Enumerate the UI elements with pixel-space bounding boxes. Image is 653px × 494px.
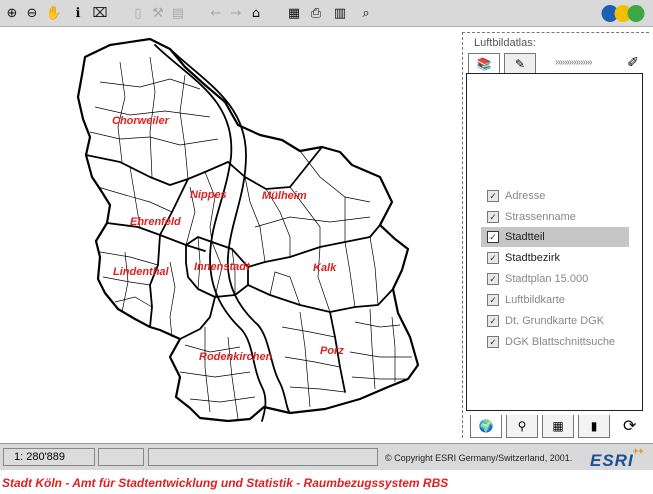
layer-label: Adresse bbox=[505, 190, 546, 202]
district-label-nippes[interactable]: Nippes bbox=[190, 189, 227, 201]
globe-icon: 🌍 bbox=[478, 419, 494, 433]
checkbox[interactable]: ✓ bbox=[487, 315, 499, 327]
tab-table[interactable]: ▦ bbox=[542, 415, 574, 438]
status-field-3 bbox=[148, 448, 378, 466]
layers-stack-icon: 📚 bbox=[476, 57, 492, 71]
district-label-chorweiler[interactable]: Chorweiler bbox=[112, 115, 170, 127]
binoculars-icon: ⚲ bbox=[517, 419, 527, 433]
esri-logo-icon bbox=[601, 5, 645, 22]
tab-search[interactable]: ⚲ bbox=[506, 415, 538, 438]
zoom-in-icon[interactable]: ⊕ bbox=[2, 3, 22, 23]
city-map[interactable]: Chorweiler Nippes Mülheim Ehrenfeld Lind… bbox=[0, 27, 460, 443]
refresh-icon[interactable]: ⟳ bbox=[623, 416, 636, 436]
esri-brand: ESRI bbox=[590, 451, 634, 470]
layer-item[interactable]: ✓ DGK Blattschnittsuche bbox=[487, 332, 615, 352]
district-label-kalk[interactable]: Kalk bbox=[313, 262, 337, 274]
toolbar: ⊕ ⊖ ✋ ℹ ⌧ ▯ ⚒ ▤ ← → ⌂ ▦ ⎙ ▥ ⌕ bbox=[0, 0, 653, 27]
esri-plus: ++ bbox=[633, 446, 644, 456]
checkbox[interactable]: ✓ bbox=[487, 211, 499, 223]
query-icon[interactable]: ⚒ bbox=[148, 3, 168, 23]
district-label-innenstadt[interactable]: Innenstadt bbox=[194, 261, 251, 273]
layer-item[interactable]: ✓ Stadtbezirk bbox=[487, 248, 560, 268]
map-view[interactable]: Chorweiler Nippes Mülheim Ehrenfeld Lind… bbox=[0, 27, 460, 443]
tab-tools[interactable]: ✎ bbox=[504, 53, 536, 74]
bottom-tabs: 🌍 ⚲ ▦ ▮ bbox=[466, 415, 646, 438]
tab-layers[interactable]: 📚 bbox=[468, 53, 500, 74]
tab-globe[interactable]: 🌍 bbox=[470, 415, 502, 438]
district-label-rodenkirchen[interactable]: Rodenkirchen bbox=[199, 351, 273, 363]
layer-list: ✓ Adresse ✓ Strassenname ✓ Stadtteil ✓ Stadt… bbox=[466, 73, 643, 411]
layer-label: Luftbildkarte bbox=[505, 294, 565, 306]
back-arrow-icon[interactable]: ← bbox=[206, 3, 226, 23]
edit-document-icon[interactable]: ✐ bbox=[624, 53, 642, 71]
district-label-porz[interactable]: Porz bbox=[320, 345, 344, 357]
layer-label: Strassenname bbox=[505, 211, 576, 223]
pan-hand-icon[interactable]: ✋ bbox=[44, 3, 64, 23]
table-icon: ▦ bbox=[552, 419, 564, 433]
panel-title: Luftbildatlas: bbox=[474, 37, 536, 49]
info-icon[interactable]: ℹ bbox=[68, 3, 88, 23]
copyright-text: © Copyright ESRI Germany/Switzerland, 20… bbox=[385, 453, 573, 463]
layer-item[interactable]: ✓ Dt. Grundkarte DGK bbox=[487, 311, 604, 331]
scale-display: 1: 280'889 bbox=[3, 448, 95, 466]
checkbox[interactable]: ✓ bbox=[487, 252, 499, 264]
footer-text: Stadt Köln - Amt für Stadtentwicklung un… bbox=[2, 476, 449, 490]
district-label-lindenthal[interactable]: Lindenthal bbox=[113, 266, 170, 278]
pencil-icon: ✎ bbox=[514, 57, 526, 71]
legend-book-icon[interactable]: ▥ bbox=[330, 3, 350, 23]
layer-item[interactable]: ✓ Strassenname bbox=[487, 207, 576, 227]
checkbox[interactable]: ✓ bbox=[487, 294, 499, 306]
layer-item-active[interactable]: ✓ Stadtteil bbox=[481, 227, 629, 247]
layer-label: DGK Blattschnittsuche bbox=[505, 336, 616, 348]
forward-arrow-icon[interactable]: → bbox=[226, 3, 246, 23]
layer-label: Stadtbezirk bbox=[505, 252, 561, 264]
status-field-2 bbox=[98, 448, 144, 466]
district-label-ehrenfeld[interactable]: Ehrenfeld bbox=[130, 216, 181, 228]
layer-label: Dt. Grundkarte DGK bbox=[505, 315, 605, 327]
home-icon[interactable]: ⌂ bbox=[246, 3, 266, 23]
layer-item[interactable]: ✓ Luftbildkarte bbox=[487, 290, 565, 310]
layer-item[interactable]: ✓ Adresse bbox=[487, 186, 545, 206]
checkbox[interactable]: ✓ bbox=[487, 336, 499, 348]
progress-arrows: »»»»»»»» bbox=[555, 57, 592, 68]
checkbox[interactable]: ✓ bbox=[487, 231, 499, 243]
status-bar: 1: 280'889 © Copyright ESRI Germany/Swit… bbox=[0, 443, 653, 470]
layer-query-icon[interactable]: ▤ bbox=[168, 3, 188, 23]
layer-panel: Luftbildatlas: 📚 ✎ »»»»»»»» ✐ ✓ Adresse ✓… bbox=[460, 27, 653, 443]
measure-icon[interactable]: ⌧ bbox=[90, 3, 110, 23]
layer-label: Stadtplan 15.000 bbox=[505, 273, 589, 285]
zoom-out-icon[interactable]: ⊖ bbox=[22, 3, 42, 23]
footer: Stadt Köln - Amt für Stadtentwicklung un… bbox=[0, 470, 653, 494]
select-icon[interactable]: ▯ bbox=[128, 3, 148, 23]
print-icon[interactable]: ⎙ bbox=[306, 3, 326, 23]
overview-map-icon[interactable]: ▦ bbox=[284, 3, 304, 23]
checkbox[interactable]: ✓ bbox=[487, 273, 499, 285]
checkbox[interactable]: ✓ bbox=[487, 190, 499, 202]
district-label-muelheim[interactable]: Mülheim bbox=[262, 190, 307, 202]
tab-chart[interactable]: ▮ bbox=[578, 415, 610, 438]
find-icon[interactable]: ⌕ bbox=[356, 3, 376, 23]
layer-label: Stadtteil bbox=[505, 231, 545, 243]
bar-chart-icon: ▮ bbox=[590, 419, 598, 433]
layer-item[interactable]: ✓ Stadtplan 15.000 bbox=[487, 269, 588, 289]
